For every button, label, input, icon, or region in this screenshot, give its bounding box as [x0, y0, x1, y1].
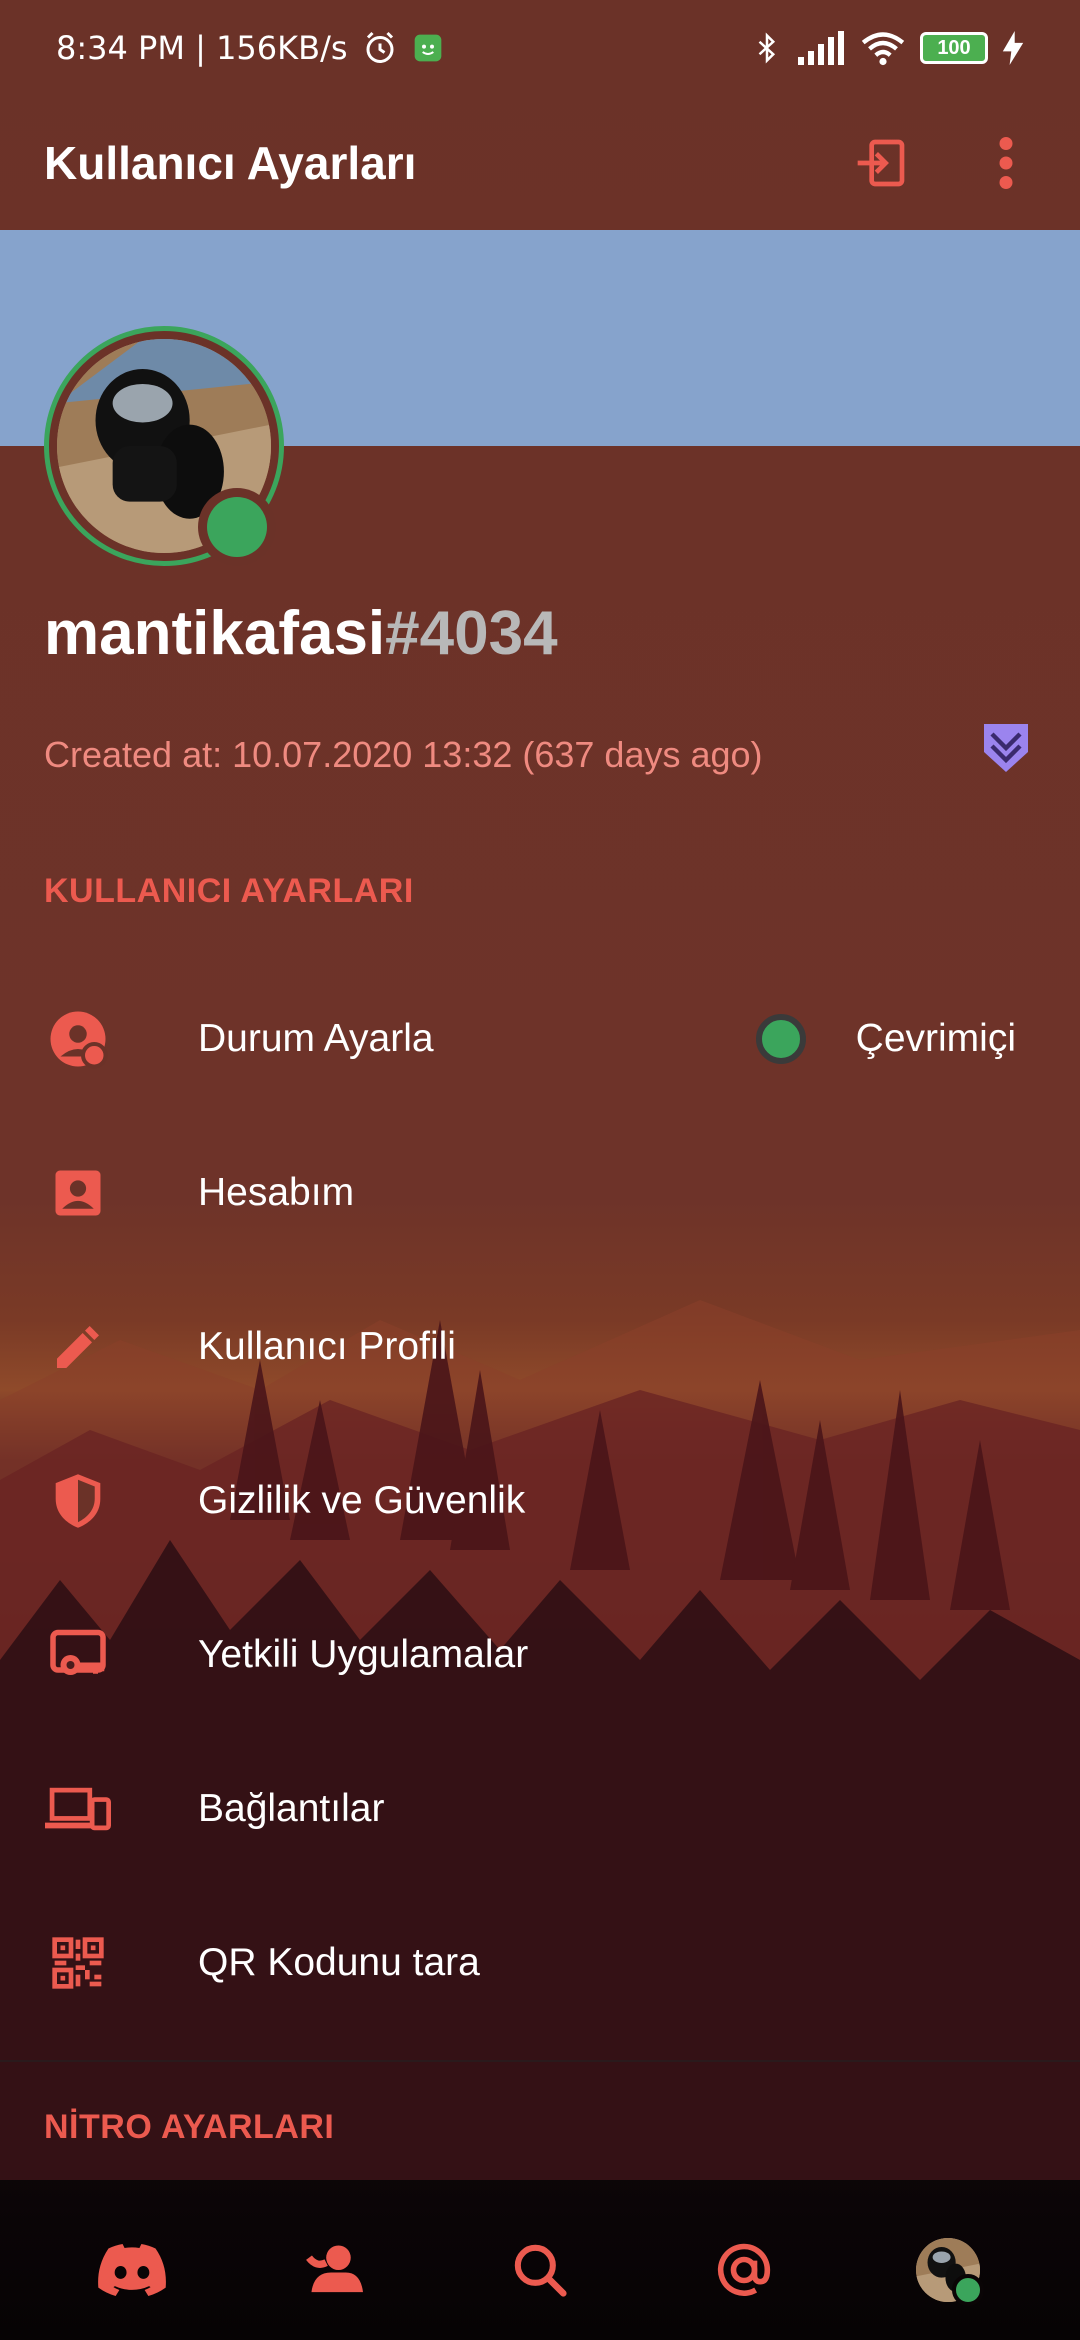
menu-item-authorized-apps[interactable]: Yetkili Uygulamalar — [0, 1578, 1080, 1732]
menu-item-connections[interactable]: Bağlantılar — [0, 1732, 1080, 1886]
nav-profile[interactable] — [898, 2220, 998, 2320]
nav-home[interactable] — [82, 2220, 182, 2320]
menu-item-user-profile[interactable]: Kullanıcı Profili — [0, 1270, 1080, 1424]
menu-label-connections: Bağlantılar — [198, 1787, 385, 1830]
username-discriminator: #4034 — [385, 599, 558, 668]
charging-icon — [1002, 31, 1024, 65]
nav-online-status-dot — [952, 2274, 984, 2306]
menu-item-privacy-safety[interactable]: Gizlilik ve Güvenlik — [0, 1424, 1080, 1578]
menu-label-set-status: Durum Ayarla — [198, 1017, 434, 1060]
account-icon — [55, 1170, 101, 1216]
battery-level: 100 — [937, 36, 971, 59]
more-options-button[interactable] — [976, 118, 1036, 208]
shield-icon — [55, 1474, 101, 1528]
nitro-settings-header: NİTRO AYARLARI — [44, 2108, 335, 2146]
menu-label-privacy-safety: Gizlilik ve Güvenlik — [198, 1479, 526, 1522]
app-bar: Kullanıcı Ayarları — [0, 96, 1080, 230]
discord-home-icon — [98, 2244, 166, 2296]
authorized-apps-icon — [50, 1629, 106, 1675]
logout-icon — [857, 139, 905, 187]
app-notification-icon — [414, 34, 441, 62]
menu-label-my-account: Hesabım — [198, 1171, 355, 1214]
online-status-indicator — [198, 488, 276, 566]
mentions-icon — [717, 2243, 771, 2296]
more-vert-icon — [999, 137, 1013, 189]
status-time-speed: 8:34 PM | 156KB/s — [56, 29, 348, 67]
user-settings-header: KULLANICI AYARLARI — [44, 872, 414, 910]
username-name: mantikafasi — [44, 599, 386, 668]
nav-search[interactable] — [490, 2220, 590, 2320]
alarm-icon — [366, 31, 394, 63]
menu-item-scan-qr[interactable]: QR Kodunu tara — [0, 1886, 1080, 2040]
logout-button[interactable] — [836, 118, 926, 208]
account-created-date: Created at: 10.07.2020 13:32 (637 days a… — [44, 734, 763, 775]
menu-label-authorized-apps: Yetkili Uygulamalar — [198, 1633, 529, 1676]
pencil-icon — [57, 1326, 99, 1368]
menu-label-scan-qr: QR Kodunu tara — [198, 1941, 480, 1984]
hypesquad-badge-icon[interactable] — [984, 724, 1028, 772]
friends-icon — [306, 2245, 363, 2293]
menu-item-my-account[interactable]: Hesabım — [0, 1116, 1080, 1270]
status-bar: 8:34 PM | 156KB/s 100 — [0, 0, 1080, 96]
search-icon — [514, 2244, 567, 2297]
status-face-icon — [50, 1011, 108, 1069]
menu-label-user-profile: Kullanıcı Profili — [198, 1325, 456, 1368]
menu-item-set-status[interactable]: Durum Ayarla Çevrimiçi — [0, 962, 1080, 1116]
nav-friends[interactable] — [286, 2220, 386, 2320]
username: mantikafasi#4034 — [44, 598, 558, 669]
devices-icon — [45, 1787, 111, 1831]
status-online-dot — [755, 1014, 806, 1064]
section-divider — [0, 2060, 1080, 2062]
current-status-label: Çevrimiçi — [855, 1017, 1016, 1060]
page-title: Kullanıcı Ayarları — [44, 137, 417, 189]
bottom-navigation — [0, 2200, 1080, 2340]
nav-mentions[interactable] — [694, 2220, 794, 2320]
battery-indicator: 100 — [920, 32, 988, 64]
current-status: Çevrimiçi — [755, 1014, 1016, 1064]
wifi-icon — [861, 32, 905, 66]
bluetooth-icon — [758, 32, 776, 64]
qr-code-icon — [52, 1937, 104, 1989]
signal-icon — [798, 31, 844, 65]
